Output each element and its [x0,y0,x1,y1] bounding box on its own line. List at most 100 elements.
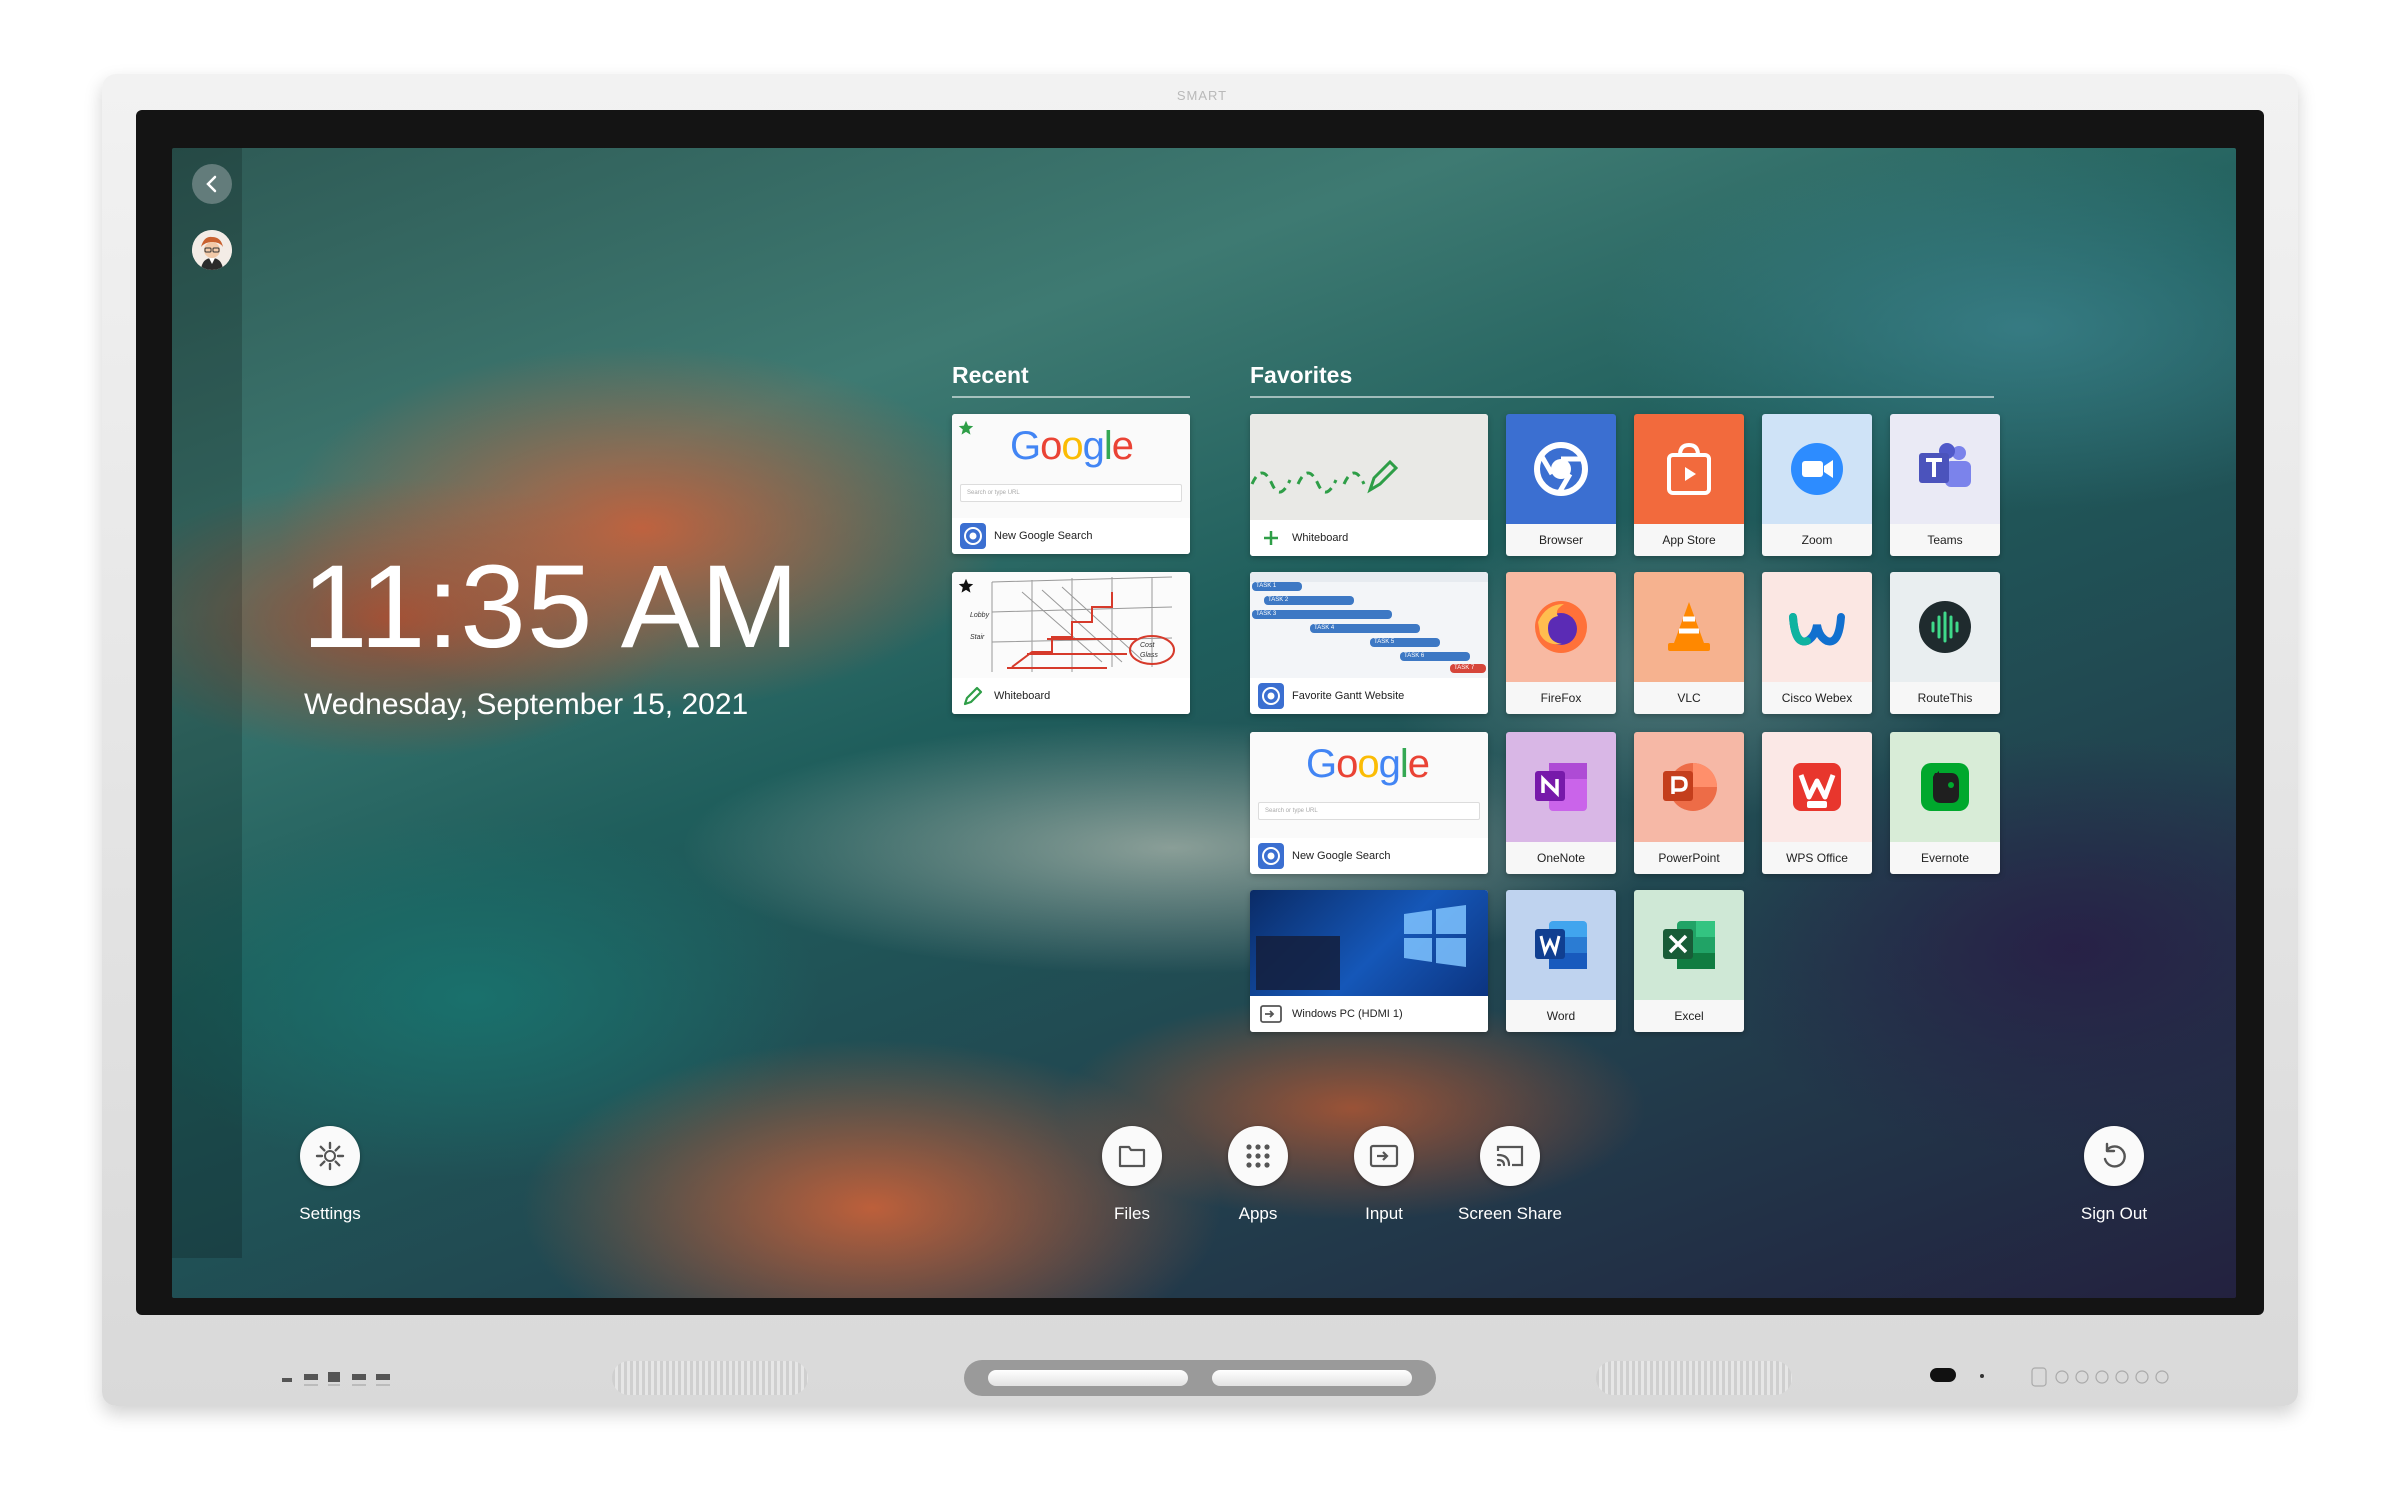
power-button[interactable] [1930,1368,1956,1382]
browser-icon [1534,442,1588,496]
sign-out-button[interactable]: Sign Out [2044,1126,2184,1236]
app-tile-cisco-webex[interactable]: Cisco Webex [1762,572,1872,714]
dock-circle [1354,1126,1414,1186]
tile-label: App Store [1634,524,1744,556]
excel-icon [1663,921,1715,969]
app-store-icon [1667,442,1711,495]
app-tile-word[interactable]: Word [1506,890,1616,1032]
brand-logo: SMART [1176,88,1228,103]
status-light [1980,1374,1984,1378]
plus-icon [1258,525,1284,551]
powerpoint-icon [1663,763,1717,811]
recent-card-whiteboard[interactable]: Lobby Stair Cost Glass Whiteboard [952,572,1190,714]
files-button[interactable]: Files [1062,1126,1202,1236]
input-icon [1258,1001,1284,1027]
tile-icon-area [1506,572,1616,682]
folder-icon [1118,1145,1146,1168]
gantt-bar: TASK 1 [1252,582,1302,591]
dock-circle [1480,1126,1540,1186]
pen-stylus[interactable] [988,1370,1188,1386]
tile-label: WPS Office [1762,842,1872,874]
app-tile-zoom[interactable]: Zoom [1762,414,1872,556]
gantt-bar: TASK 5 [1370,638,1440,647]
favorite-card-google-search[interactable]: Google Search or type URL New Google Sea… [1250,732,1488,874]
card-footer: Whiteboard [952,678,1190,714]
undo-icon [2103,1142,2126,1168]
browser-icon [1258,683,1284,709]
tile-icon-area [1634,414,1744,524]
search-box-preview: Search or type URL [960,484,1182,502]
app-tile-vlc[interactable]: VLC [1634,572,1744,714]
input-button[interactable]: Input [1314,1126,1454,1236]
app-tile-firefox[interactable]: FireFox [1506,572,1616,714]
right-speaker-grille [1596,1361,1792,1395]
gantt-bar: TASK 2 [1264,596,1354,605]
card-label: Whiteboard [1292,532,1349,544]
favorite-card-gantt-website[interactable]: TASK 1 TASK 2 TASK 3 TASK 4 TASK 5 TASK … [1250,572,1488,714]
smart-board-device: SMART 11:35 AM Wednesday, September 15, … [102,74,2298,1406]
screen-share-button[interactable]: Screen Share [1440,1126,1580,1236]
sketch-note: Stair [970,634,985,641]
chevron-left-icon [206,175,217,193]
pen-stylus[interactable] [1212,1370,1412,1386]
settings-button[interactable]: Settings [260,1126,400,1236]
app-tile-evernote[interactable]: Evernote [1890,732,2000,874]
dock-label: Sign Out [2080,1204,2148,1223]
app-tile-teams[interactable]: Teams [1890,414,2000,556]
tile-label: OneNote [1506,842,1616,874]
word-icon [1535,921,1587,969]
dock-label: Files [1114,1204,1150,1223]
card-footer: Favorite Gantt Website [1250,678,1488,714]
left-speaker-grille [612,1361,808,1395]
gear-icon [315,1141,345,1171]
tile-label: RouteThis [1890,682,2000,714]
start-menu-preview [1256,936,1340,990]
tile-label: Excel [1634,1000,1744,1032]
tile-label: Browser [1506,524,1616,556]
app-tile-app-store[interactable]: App Store [1634,414,1744,556]
onenote-icon [1535,763,1587,811]
google-logo: Google [1010,424,1134,468]
browser-icon [960,523,986,549]
app-tile-excel[interactable]: Excel [1634,890,1744,1032]
app-tile-powerpoint[interactable]: PowerPoint [1634,732,1744,874]
favorite-card-whiteboard[interactable]: Whiteboard [1250,414,1488,556]
favorite-card-windows-pc[interactable]: Windows PC (HDMI 1) [1250,890,1488,1032]
sketch-note: Cost [1140,642,1155,649]
tile-icon-area [1506,414,1616,524]
gantt-bar: TASK 6 [1400,652,1470,661]
squiggle-drawing [1250,459,1399,494]
sketch-note: Glass [1140,652,1158,659]
dock-label: Apps [1238,1204,1278,1223]
apps-button[interactable]: Apps [1188,1126,1328,1236]
usb-ports [282,1364,442,1394]
app-tile-wps-office[interactable]: WPS Office [1762,732,1872,874]
app-tile-routethis[interactable]: RouteThis [1890,572,2000,714]
google-logo: Google [1306,742,1430,786]
evernote-icon [1921,763,1969,811]
recent-card-google-search[interactable]: Google Search or type URL New Google Sea… [952,414,1190,554]
card-footer: Whiteboard [1250,520,1488,556]
gantt-header [1250,572,1488,582]
card-footer: New Google Search [1250,838,1488,874]
app-tile-onenote[interactable]: OneNote [1506,732,1616,874]
star-icon [958,420,974,435]
app-tile-browser[interactable]: Browser [1506,414,1616,556]
person-icon [192,230,232,270]
tile-label: VLC [1634,682,1744,714]
user-avatar[interactable] [192,230,232,270]
gantt-bar: TASK 7 [1450,664,1486,673]
dock-circle [2084,1126,2144,1186]
tile-label: Word [1506,1000,1616,1032]
wps-office-icon [1793,763,1841,811]
tile-icon-area [1506,890,1616,1000]
back-button[interactable] [192,164,232,204]
webex-icon [1789,613,1845,646]
sketch-note: Lobby [970,612,990,619]
teams-icon [1919,443,1971,487]
tile-icon-area [1890,732,2000,842]
windows-logo-icon [1404,905,1466,967]
tile-icon-area [1634,890,1744,1000]
favorites-title: Favorites [1250,362,1353,388]
card-preview: Google Search or type URL [952,414,1190,518]
